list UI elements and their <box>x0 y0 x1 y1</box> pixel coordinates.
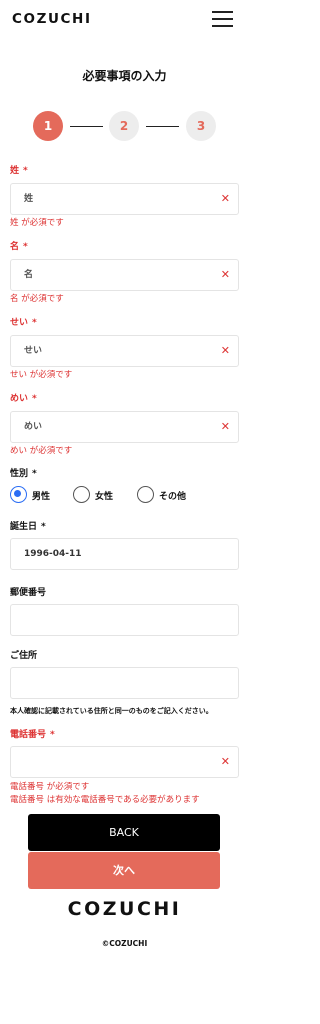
first-name-label: 名 * <box>10 242 28 252</box>
birthday-input[interactable] <box>11 539 238 569</box>
back-button[interactable]: BACK <box>28 814 220 851</box>
copyright-text: ©COZUCHI <box>101 939 148 948</box>
footer-logo[interactable]: COZUCHI <box>0 898 249 920</box>
radio-icon[interactable] <box>73 486 90 503</box>
first-name-error: 名 が必須です <box>10 294 64 304</box>
step-2: 2 <box>109 111 139 141</box>
clear-icon[interactable]: ✕ <box>221 421 230 433</box>
birthday-label: 誕生日 * <box>10 522 46 532</box>
last-name-kana-input[interactable] <box>11 336 238 366</box>
postal-code-input[interactable] <box>11 605 238 635</box>
birthday-field[interactable] <box>10 538 239 570</box>
clear-icon[interactable]: ✕ <box>221 345 230 357</box>
last-name-kana-field[interactable]: ✕ <box>10 335 239 367</box>
address-label: ご住所 <box>10 651 38 661</box>
last-name-kana-label: せい * <box>10 318 37 328</box>
phone-field[interactable]: ✕ <box>10 746 239 778</box>
step-1: 1 <box>33 111 63 141</box>
address-field[interactable] <box>10 667 239 699</box>
gender-radio-group: 男性 女性 その他 <box>10 486 239 504</box>
radio-icon[interactable] <box>137 486 154 503</box>
site-header: COZUCHI <box>0 0 249 40</box>
step-3: 3 <box>186 111 216 141</box>
postal-code-field[interactable] <box>10 604 239 636</box>
phone-error-required: 電話番号 が必須です <box>10 782 90 792</box>
first-name-input[interactable] <box>11 260 238 290</box>
hamburger-menu-icon[interactable] <box>212 11 233 27</box>
brand-logo[interactable]: COZUCHI <box>12 11 92 27</box>
last-name-field[interactable]: ✕ <box>10 183 239 215</box>
phone-input[interactable] <box>11 747 238 777</box>
clear-icon[interactable]: ✕ <box>221 269 230 281</box>
first-name-kana-field[interactable]: ✕ <box>10 411 239 443</box>
clear-icon[interactable]: ✕ <box>221 756 230 768</box>
first-name-field[interactable]: ✕ <box>10 259 239 291</box>
last-name-input[interactable] <box>11 184 238 214</box>
address-note: 本人確認に記載されている住所と同一のものをご記入ください。 <box>10 707 213 715</box>
last-name-label: 姓 * <box>10 166 28 176</box>
page-title: 必要事項の入力 <box>82 69 167 83</box>
gender-label: 性別 * <box>10 469 37 479</box>
progress-stepper: 1 2 3 <box>0 111 249 143</box>
radio-selected-icon[interactable] <box>10 486 27 503</box>
step-connector <box>146 125 179 127</box>
step-connector <box>70 125 103 127</box>
postal-code-label: 郵便番号 <box>10 588 47 598</box>
first-name-kana-input[interactable] <box>11 412 238 442</box>
first-name-kana-label: めい * <box>10 394 37 404</box>
last-name-kana-error: せい が必須です <box>10 370 73 380</box>
last-name-error: 姓 が必須です <box>10 218 64 228</box>
address-input[interactable] <box>11 668 238 698</box>
clear-icon[interactable]: ✕ <box>221 193 230 205</box>
next-button[interactable]: 次へ <box>28 852 220 889</box>
phone-error-invalid: 電話番号 は有効な電話番号である必要があります <box>10 795 200 805</box>
phone-label: 電話番号 * <box>10 730 55 740</box>
first-name-kana-error: めい が必須です <box>10 446 73 456</box>
